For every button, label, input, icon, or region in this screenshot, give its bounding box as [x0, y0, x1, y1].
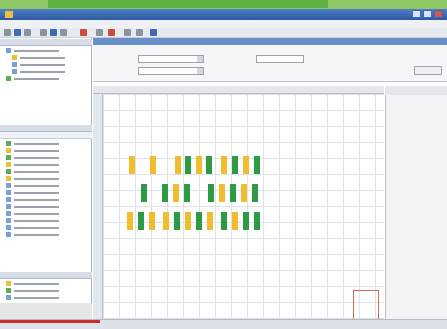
row-header-column: [93, 94, 103, 329]
tree-item[interactable]: [12, 62, 92, 68]
green-cell[interactable]: [252, 184, 258, 202]
chevron-down-icon: [197, 68, 203, 74]
menu-item[interactable]: [132, 20, 162, 28]
list-item[interactable]: [6, 218, 86, 224]
green-cell[interactable]: [174, 212, 180, 230]
chevron-down-icon: [197, 56, 203, 62]
maximize-icon[interactable]: [423, 10, 432, 18]
green-cell[interactable]: [254, 156, 260, 174]
field3-select[interactable]: [138, 67, 204, 75]
list-item[interactable]: [6, 141, 86, 147]
yellow-cell[interactable]: [127, 212, 133, 230]
right-panel-title: [385, 86, 447, 95]
undo-icon[interactable]: [96, 29, 103, 36]
list-column-header: [0, 132, 92, 139]
green-cell[interactable]: [208, 184, 214, 202]
list-item[interactable]: [6, 232, 86, 238]
redo-icon[interactable]: [108, 29, 115, 36]
copy-icon[interactable]: [50, 29, 57, 36]
list-item[interactable]: [6, 183, 86, 189]
close-icon[interactable]: [434, 10, 443, 18]
yellow-cell[interactable]: [243, 156, 249, 174]
tree-panel-header: [0, 39, 92, 46]
list-item[interactable]: [6, 155, 86, 161]
list-item[interactable]: [6, 148, 86, 154]
green-cell[interactable]: [221, 212, 227, 230]
cut-icon[interactable]: [40, 29, 47, 36]
menu-item[interactable]: [68, 20, 98, 28]
bottom-panel-header: [0, 272, 92, 279]
yellow-cell[interactable]: [129, 156, 135, 174]
yellow-cell[interactable]: [149, 212, 155, 230]
list-item[interactable]: [6, 225, 86, 231]
right-panel: [385, 86, 447, 329]
bottom-list-item[interactable]: [6, 281, 86, 287]
tree-item[interactable]: [6, 76, 86, 82]
paste-icon[interactable]: [60, 29, 67, 36]
green-cell[interactable]: [141, 184, 147, 202]
menu-item[interactable]: [100, 20, 130, 28]
action-button[interactable]: [414, 66, 442, 75]
yellow-cell[interactable]: [185, 212, 191, 230]
green-cell[interactable]: [162, 184, 168, 202]
document-tab-strip[interactable]: [93, 38, 447, 45]
tree-item[interactable]: [12, 69, 92, 75]
list-item[interactable]: [6, 169, 86, 175]
window-title: [20, 10, 220, 19]
background-band-accent: [48, 0, 328, 8]
yellow-cell[interactable]: [241, 184, 247, 202]
list-item[interactable]: [6, 211, 86, 217]
list-item[interactable]: [6, 162, 86, 168]
green-cell[interactable]: [230, 184, 236, 202]
field2-label: [216, 56, 242, 62]
menu-item[interactable]: [36, 20, 66, 28]
menu-item[interactable]: [4, 20, 34, 28]
field1-select[interactable]: [138, 55, 204, 63]
yellow-cell[interactable]: [173, 184, 179, 202]
new-icon[interactable]: [4, 29, 11, 36]
green-cell[interactable]: [254, 212, 260, 230]
yellow-cell[interactable]: [219, 184, 225, 202]
yellow-cell[interactable]: [150, 156, 156, 174]
print-icon[interactable]: [136, 29, 143, 36]
column-header-row: [93, 86, 384, 94]
list-panel-header: [0, 125, 92, 132]
bottom-list-item[interactable]: [6, 288, 86, 294]
field2-input[interactable]: [256, 55, 304, 63]
field3-label: [98, 68, 124, 74]
green-cell[interactable]: [184, 184, 190, 202]
field1-label: [98, 56, 124, 62]
green-cell[interactable]: [232, 156, 238, 174]
status-progress: [0, 320, 100, 323]
yellow-cell[interactable]: [196, 156, 202, 174]
selection-highlight[interactable]: [353, 290, 379, 320]
tree-item[interactable]: [6, 48, 86, 54]
yellow-cell[interactable]: [207, 212, 213, 230]
save-icon[interactable]: [24, 29, 31, 36]
list-item[interactable]: [6, 204, 86, 210]
green-cell[interactable]: [185, 156, 191, 174]
tree-item[interactable]: [12, 55, 92, 61]
yellow-cell[interactable]: [221, 156, 227, 174]
list-item[interactable]: [6, 190, 86, 196]
green-cell[interactable]: [196, 212, 202, 230]
delete-icon[interactable]: [80, 29, 87, 36]
green-cell[interactable]: [206, 156, 212, 174]
help-icon[interactable]: [150, 29, 157, 36]
bottom-list-item[interactable]: [6, 295, 86, 301]
app-icon: [5, 11, 13, 18]
minimize-icon[interactable]: [412, 10, 421, 18]
list-item[interactable]: [6, 197, 86, 203]
green-cell[interactable]: [138, 212, 144, 230]
zoom-icon[interactable]: [124, 29, 131, 36]
toolbar: [0, 28, 447, 38]
status-text: [104, 321, 224, 328]
yellow-cell[interactable]: [175, 156, 181, 174]
yellow-cell[interactable]: [232, 212, 238, 230]
list-item[interactable]: [6, 176, 86, 182]
green-cell[interactable]: [243, 212, 249, 230]
open-icon[interactable]: [14, 29, 21, 36]
yellow-cell[interactable]: [163, 212, 169, 230]
panel-footer: [0, 303, 92, 319]
